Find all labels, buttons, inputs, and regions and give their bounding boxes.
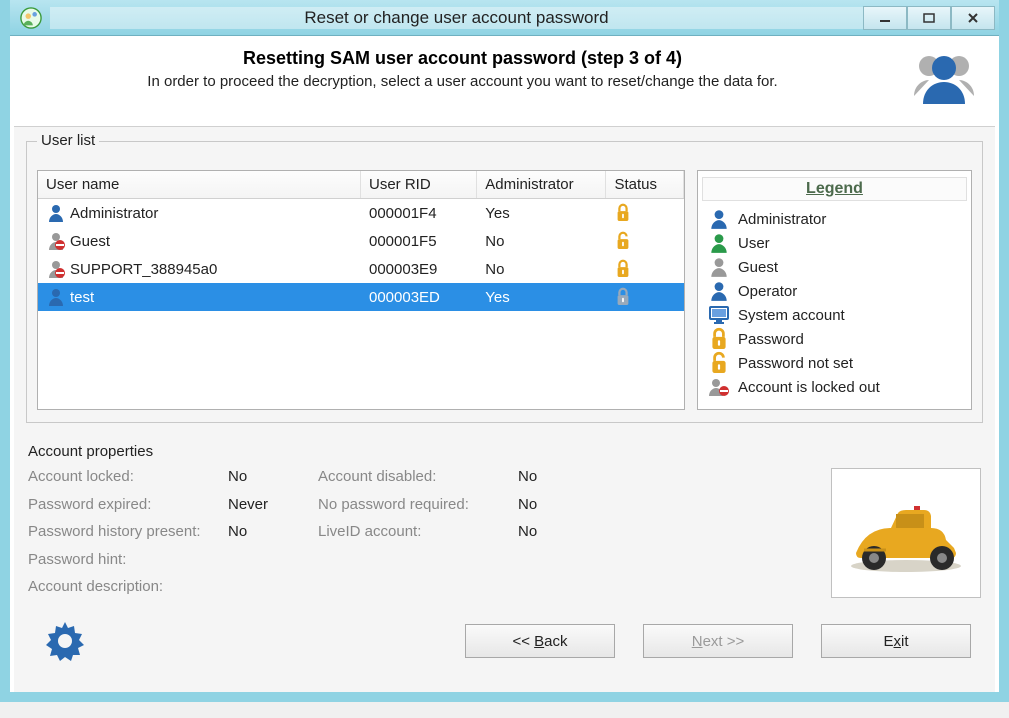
app-icon [20, 7, 42, 29]
admin-cell: Yes [477, 203, 606, 224]
next-button[interactable]: Next >> [643, 624, 793, 658]
account-disabled-label: Account disabled: [318, 468, 518, 488]
footer: << Back Next >> Exit [26, 604, 983, 682]
username-cell: Administrator [70, 205, 158, 222]
window-title: Reset or change user account password [50, 7, 863, 29]
legend-item: User [702, 231, 967, 255]
table-row[interactable]: SUPPORT_388945a0 000003E9 No [38, 255, 684, 283]
guest-icon [46, 259, 66, 279]
legend-label: System account [738, 307, 845, 324]
legend-item: Password not set [702, 351, 967, 375]
exit-button[interactable]: Exit [821, 624, 971, 658]
legend-item: Administrator [702, 207, 967, 231]
table-header: User name User RID Administrator Status [38, 171, 684, 199]
legend-item: Guest [702, 255, 967, 279]
account-locked-label: Account locked: [28, 468, 228, 488]
back-button[interactable]: << Back [465, 624, 615, 658]
legend-item: Account is locked out [702, 375, 967, 399]
lock-closed-icon [708, 329, 730, 349]
no-password-value: No [518, 496, 578, 516]
rid-cell: 000001F4 [361, 203, 477, 224]
lock-closed-icon [614, 259, 632, 279]
userlist-fieldset: User list User name User RID Administrat… [26, 141, 983, 423]
password-expired-label: Password expired: [28, 496, 228, 516]
lock-closed-icon [614, 287, 632, 307]
legend-label: Guest [738, 259, 778, 276]
admin-icon [708, 209, 730, 229]
no-password-label: No password required: [318, 496, 518, 516]
legend-item: Operator [702, 279, 967, 303]
legend-box: Legend Administrator User Guest Operator Sys… [697, 170, 972, 410]
maximize-button[interactable] [907, 6, 951, 30]
content: Resetting SAM user account password (ste… [10, 36, 999, 692]
users-icon [909, 48, 979, 108]
app-window: Reset or change user account password Re… [0, 0, 1009, 702]
legend-label: Password not set [738, 355, 853, 372]
operator-icon [708, 281, 730, 301]
admin-cell: No [477, 259, 606, 280]
username-cell: test [70, 289, 94, 306]
table-row[interactable]: Administrator 000001F4 Yes [38, 199, 684, 227]
account-locked-value: No [228, 468, 318, 488]
password-expired-value: Never [228, 496, 318, 516]
account-disabled-value: No [518, 468, 578, 488]
password-hint-label: Password hint: [28, 551, 578, 571]
titlebar: Reset or change user account password [10, 0, 999, 36]
admin-icon [46, 287, 66, 307]
legend-label: Account is locked out [738, 379, 880, 396]
system-icon [708, 305, 730, 325]
page-title: Resetting SAM user account password (ste… [30, 48, 895, 69]
userlist-label: User list [37, 132, 99, 149]
minimize-button[interactable] [863, 6, 907, 30]
properties-title: Account properties [28, 443, 981, 460]
legend-item: Password [702, 327, 967, 351]
legend-label: Administrator [738, 211, 826, 228]
username-cell: Guest [70, 233, 110, 250]
admin-cell: No [477, 231, 606, 252]
rid-cell: 000003E9 [361, 259, 477, 280]
lock-open-icon [708, 353, 730, 373]
liveid-label: LiveID account: [318, 523, 518, 543]
rid-cell: 000003ED [361, 287, 477, 308]
window-controls [863, 6, 995, 30]
legend-item: System account [702, 303, 967, 327]
gear-icon[interactable] [38, 614, 92, 668]
rid-cell: 000001F5 [361, 231, 477, 252]
col-admin[interactable]: Administrator [477, 171, 606, 198]
locked-out-icon [708, 377, 730, 397]
guest-icon [708, 257, 730, 277]
user-table[interactable]: User name User RID Administrator Status … [37, 170, 685, 410]
username-cell: SUPPORT_388945a0 [70, 261, 217, 278]
table-row[interactable]: test 000003ED Yes [38, 283, 684, 311]
header-panel: Resetting SAM user account password (ste… [10, 36, 999, 126]
close-button[interactable] [951, 6, 995, 30]
history-value: No [228, 523, 318, 543]
admin-icon [46, 203, 66, 223]
col-status[interactable]: Status [606, 171, 684, 198]
table-row[interactable]: Guest 000001F5 No [38, 227, 684, 255]
lock-closed-icon [614, 203, 632, 223]
legend-label: Password [738, 331, 804, 348]
account-avatar [831, 468, 981, 598]
col-rid[interactable]: User RID [361, 171, 477, 198]
admin-cell: Yes [477, 287, 606, 308]
legend-title: Legend [702, 177, 967, 201]
guest-icon [46, 231, 66, 251]
history-label: Password history present: [28, 523, 228, 543]
account-description-label: Account description: [28, 578, 578, 598]
user-icon [708, 233, 730, 253]
legend-label: Operator [738, 283, 797, 300]
liveid-value: No [518, 523, 578, 543]
page-subtitle: In order to proceed the decryption, sele… [30, 73, 895, 90]
lock-open-icon [614, 231, 632, 251]
legend-label: User [738, 235, 770, 252]
col-username[interactable]: User name [38, 171, 361, 198]
account-properties: Account properties Account locked: No Ac… [26, 437, 983, 604]
